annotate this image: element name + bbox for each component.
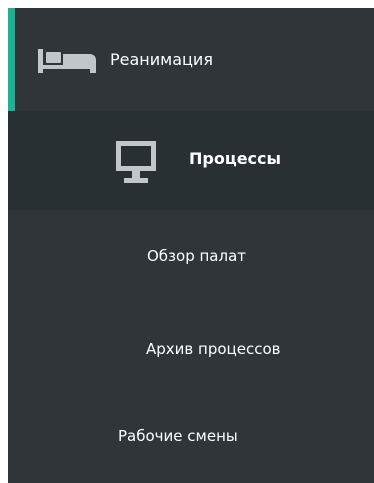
nav-item-label: Архив процессов [146, 340, 281, 358]
active-indicator [8, 8, 15, 111]
bed-icon [38, 49, 96, 73]
nav-item-process-archive[interactable]: Архив процессов [8, 305, 374, 400]
nav-item-reanimation[interactable]: Реанимация [8, 8, 374, 111]
nav-submenu-label: Процессы [189, 149, 281, 168]
nav-item-label: Рабочие смены [118, 427, 238, 445]
nav-submenu-processes[interactable]: Процессы [8, 111, 374, 210]
nav-item-label: Реанимация [110, 50, 213, 69]
nav-item-label: Обзор палат [147, 247, 247, 265]
sidebar-nav: Реанимация Процессы Обзор палат Архив пр… [8, 8, 374, 483]
nav-item-ward-overview[interactable]: Обзор палат [8, 210, 374, 305]
monitor-icon [114, 139, 158, 185]
nav-item-work-shifts[interactable]: Рабочие смены [8, 400, 374, 483]
